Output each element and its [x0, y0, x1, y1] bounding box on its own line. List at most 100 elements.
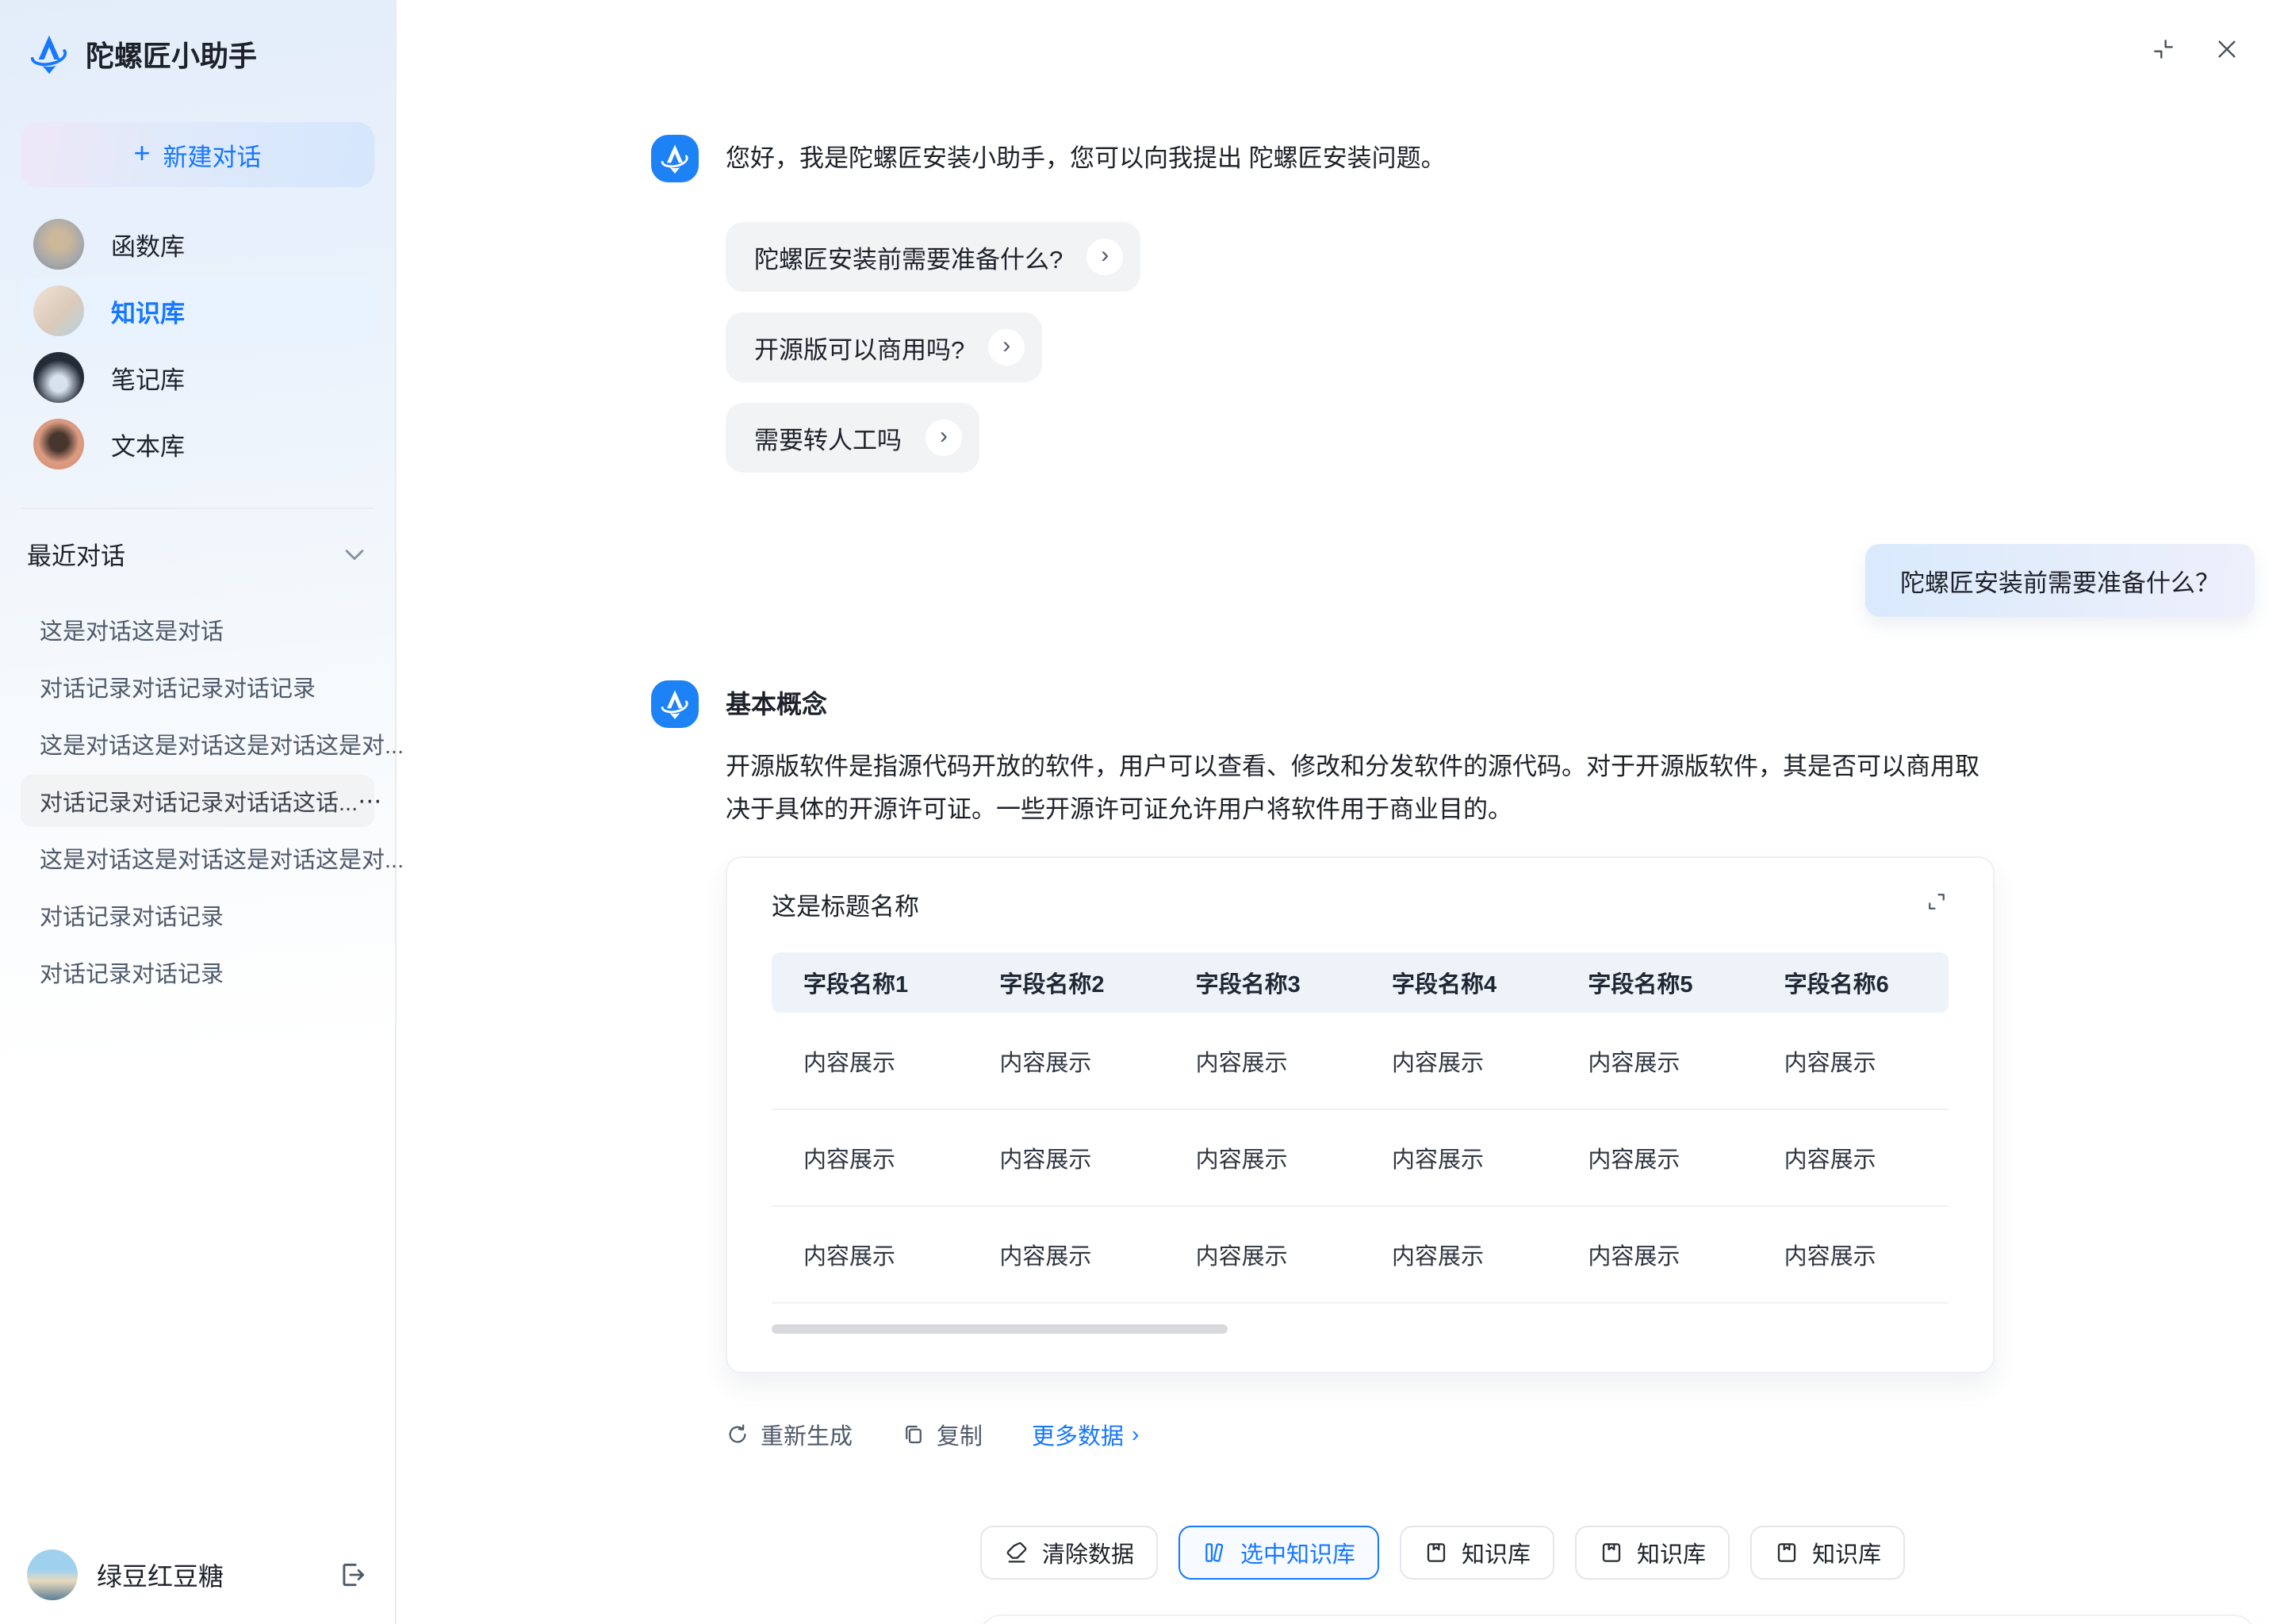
nav-item-label: 知识库: [111, 293, 185, 329]
table-cell: 内容展示: [1360, 1109, 1556, 1206]
bot-answer-message: 基本概念 开源版软件是指源代码开放的软件，用户可以查看、修改和分发软件的源代码。…: [651, 680, 2284, 1451]
main-area: 您好，我是陀螺匠安装小助手，您可以向我提出 陀螺匠安装问题。 陀螺匠安装前需要准…: [397, 0, 2284, 1624]
table-cell: 内容展示: [1556, 1206, 1752, 1303]
suggestion-chip[interactable]: 陀螺匠安装前需要准备什么? ›: [726, 222, 1140, 292]
column-header: 字段名称5: [1556, 952, 1752, 1013]
table-cell: 内容展示: [1556, 1013, 1752, 1109]
conversation-item[interactable]: 这是对话这是对话这是对话这是对...: [21, 832, 374, 884]
app-logo-icon: [27, 32, 71, 76]
app-title: 陀螺匠小助手: [86, 33, 257, 75]
clear-data-chip[interactable]: 清除数据: [980, 1526, 1158, 1580]
chevron-down-icon[interactable]: [341, 541, 368, 568]
bookmark-icon: [1774, 1540, 1799, 1565]
conversation-item[interactable]: 这是对话这是对话: [21, 603, 374, 656]
plus-icon: +: [133, 139, 150, 167]
bookmark-icon: [1424, 1540, 1449, 1565]
table-cell: 内容展示: [772, 1013, 968, 1109]
chip-label: 知识库: [1812, 1536, 1881, 1569]
table-cell: 内容展示: [772, 1109, 968, 1206]
table-cell: 内容展示: [1753, 1206, 1949, 1303]
table-cell: 内容展示: [968, 1013, 1163, 1109]
conversation-label: 对话记录对话记录对话记录: [40, 670, 316, 703]
suggested-questions: 陀螺匠安装前需要准备什么? › 开源版可以商用吗? › 需要转人工吗 ›: [726, 222, 2284, 473]
expand-icon[interactable]: [1925, 890, 1949, 914]
logout-icon[interactable]: [338, 1560, 368, 1590]
table-cell: 内容展示: [772, 1206, 968, 1303]
copy-label: 复制: [937, 1418, 983, 1451]
table-cell: 内容展示: [1360, 1013, 1556, 1109]
table-cell: 内容展示: [968, 1206, 1163, 1303]
conversation-item[interactable]: 对话记录对话记录: [21, 889, 374, 941]
chevron-right-icon[interactable]: ›: [925, 419, 962, 456]
nav-item-text-library[interactable]: 文本库: [21, 411, 374, 477]
new-chat-label: 新建对话: [163, 137, 262, 173]
conversation-item[interactable]: 这是对话这是对话这是对话这是对...: [21, 718, 374, 770]
chip-label: 知识库: [1462, 1536, 1531, 1569]
conversation-label: 这是对话这是对话: [40, 613, 224, 646]
nav-item-note-library[interactable]: 笔记库: [21, 344, 374, 411]
chevron-right-icon[interactable]: ›: [988, 329, 1025, 366]
data-table-card: 这是标题名称 字段名称1 字段名称2 字段名称3 字段名称4: [726, 856, 1995, 1373]
suggestion-chip[interactable]: 需要转人工吗 ›: [726, 403, 979, 473]
recent-header[interactable]: 最近对话: [21, 536, 374, 572]
user-name: 绿豆红豆糖: [97, 1557, 224, 1593]
library-avatar: [33, 219, 84, 270]
library-avatar: [33, 352, 84, 403]
knowledge-base-chip[interactable]: 知识库: [1400, 1526, 1554, 1580]
knowledge-base-chip[interactable]: 知识库: [1750, 1526, 1905, 1580]
more-options-icon[interactable]: ⋯: [358, 787, 383, 815]
conversation-item[interactable]: 对话记录对话记录对话记录: [21, 661, 374, 713]
bot-avatar: [651, 135, 699, 182]
conversation-item[interactable]: 对话记录对话记录: [21, 946, 374, 998]
refresh-icon: [726, 1423, 749, 1446]
table-header-row: 字段名称1 字段名称2 字段名称3 字段名称4 字段名称5 字段名称6: [772, 952, 1949, 1013]
close-icon[interactable]: [2214, 36, 2240, 62]
card-title: 这是标题名称: [772, 887, 919, 922]
suggestion-chip[interactable]: 开源版可以商用吗? ›: [726, 312, 1042, 382]
bookmark-icon: [1599, 1540, 1624, 1565]
more-data-link[interactable]: 更多数据 ›: [1032, 1418, 1139, 1451]
column-header: 字段名称4: [1360, 952, 1556, 1013]
suggestion-label: 开源版可以商用吗?: [754, 330, 964, 366]
table-row: 内容展示 内容展示 内容展示 内容展示 内容展示 内容展示: [772, 1013, 1949, 1109]
new-chat-button[interactable]: + 新建对话: [21, 122, 374, 187]
knowledge-base-toolbar: 清除数据 选中知识库 知识库: [980, 1526, 2284, 1580]
chat-thread: 您好，我是陀螺匠安装小助手，您可以向我提出 陀螺匠安装问题。 陀螺匠安装前需要准…: [397, 0, 2284, 1624]
table-cell: 内容展示: [1164, 1109, 1360, 1206]
answer-body: 开源版软件是指源代码开放的软件，用户可以查看、修改和分发软件的源代码。对于开源版…: [726, 745, 2000, 831]
table-cell: 内容展示: [1360, 1206, 1556, 1303]
window-controls: [2151, 36, 2240, 62]
conversation-label: 对话记录对话记录: [40, 898, 224, 932]
conversation-label: 这是对话这是对话这是对话这是对...: [40, 841, 404, 875]
library-avatar: [33, 285, 84, 336]
recent-title: 最近对话: [27, 536, 125, 572]
chip-label: 选中知识库: [1240, 1536, 1355, 1569]
nav-item-knowledge-library[interactable]: 知识库: [21, 278, 374, 344]
table-cell: 内容展示: [968, 1109, 1163, 1206]
table-cell: 内容展示: [1753, 1109, 1949, 1206]
conversation-label: 对话记录对话记录: [40, 956, 224, 989]
table-cell: 内容展示: [1556, 1109, 1752, 1206]
sidebar: 陀螺匠小助手 + 新建对话 函数库 知识库 笔记库 文本库 最近对话 这: [0, 0, 397, 1624]
table-row: 内容展示 内容展示 内容展示 内容展示 内容展示 内容展示: [772, 1206, 1949, 1303]
sidebar-divider: [21, 508, 374, 509]
answer-actions: 重新生成 复制 更多数据 ›: [726, 1418, 2000, 1451]
restore-window-icon[interactable]: [2151, 36, 2176, 62]
user-avatar: [27, 1549, 78, 1600]
nav-item-label: 函数库: [111, 227, 185, 262]
conversation-item-selected[interactable]: 对话记录对话记录对话话这话... ⋯: [21, 775, 374, 827]
greeting-text: 您好，我是陀螺匠安装小助手，您可以向我提出 陀螺匠安装问题。: [726, 135, 2000, 182]
more-data-label: 更多数据: [1032, 1418, 1124, 1451]
selected-knowledge-base-chip[interactable]: 选中知识库: [1178, 1526, 1379, 1580]
copy-icon: [902, 1423, 925, 1446]
horizontal-scrollbar[interactable]: [772, 1324, 1228, 1334]
nav-item-label: 笔记库: [111, 360, 185, 396]
nav-item-function-library[interactable]: 函数库: [21, 211, 374, 278]
user-panel: 绿豆红豆糖: [21, 1549, 374, 1600]
table-cell: 内容展示: [1164, 1013, 1360, 1109]
knowledge-base-chip[interactable]: 知识库: [1575, 1526, 1730, 1580]
bot-logo-icon: [658, 688, 692, 721]
regenerate-button[interactable]: 重新生成: [726, 1418, 853, 1451]
copy-button[interactable]: 复制: [902, 1418, 983, 1451]
chevron-right-icon[interactable]: ›: [1086, 239, 1123, 275]
